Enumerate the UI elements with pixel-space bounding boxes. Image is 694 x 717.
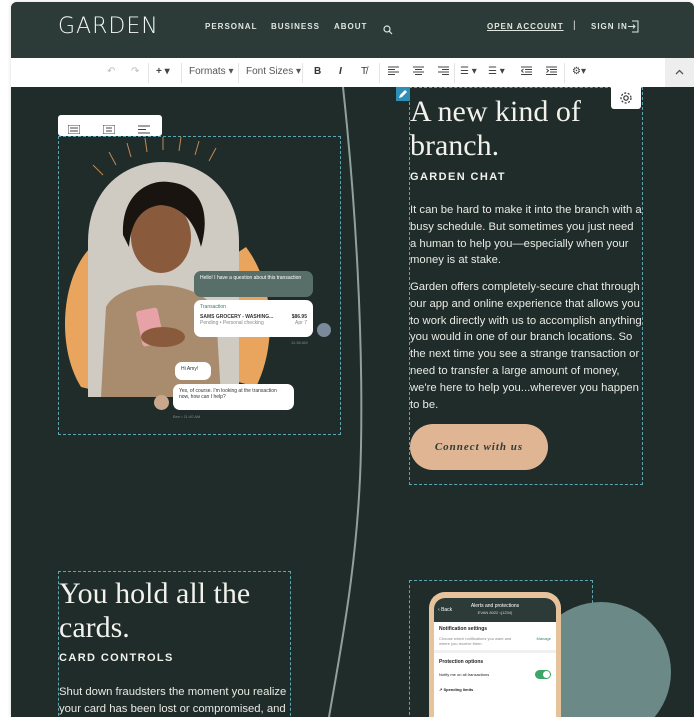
phone-subtitle: EVAN 8022 •(1234) bbox=[477, 610, 513, 615]
customer-avatar bbox=[317, 323, 331, 337]
protect-heading: Protection options bbox=[434, 650, 556, 668]
card-controls-paragraph: Shut down fraudsters the moment you real… bbox=[59, 686, 287, 715]
notify-all-toggle[interactable] bbox=[535, 670, 551, 679]
open-account-link[interactable]: OPEN ACCOUNT bbox=[487, 22, 564, 31]
nav-about[interactable]: ABOUT bbox=[334, 22, 367, 31]
chat-message-customer: Hello! I have a question about this tran… bbox=[194, 271, 313, 297]
transaction-date: Apr 7 bbox=[295, 320, 307, 326]
browser-frame: GARDEN PERSONAL BUSINESS ABOUT OPEN ACCO… bbox=[11, 2, 694, 717]
chat-time-2: Ben • 11:40 AM bbox=[173, 414, 201, 419]
garden-logo[interactable]: GARDEN bbox=[58, 14, 159, 39]
transaction-label: Transaction bbox=[200, 304, 226, 310]
phone-title: Alerts and protections bbox=[470, 603, 520, 609]
italic-button[interactable]: I bbox=[339, 66, 342, 77]
title-line-2: branch. bbox=[410, 128, 500, 162]
toolbar-collapse-button[interactable] bbox=[665, 58, 694, 87]
notify-all-label: Notify me on all transactions bbox=[439, 672, 490, 677]
outdent-icon[interactable] bbox=[520, 66, 532, 78]
cards-title-line-1: You hold all the bbox=[59, 577, 251, 610]
font-sizes-label: Font Sizes bbox=[246, 66, 294, 77]
formats-label: Formats bbox=[189, 66, 226, 77]
align-left-icon[interactable] bbox=[388, 66, 399, 78]
bullet-list-icon[interactable]: ☰ ▾ bbox=[460, 66, 477, 77]
nav-business[interactable]: BUSINESS bbox=[271, 22, 320, 31]
section-title-branch: A new kind of branch. bbox=[410, 95, 581, 162]
bold-button[interactable]: B bbox=[314, 66, 321, 77]
notif-row: Choose which notifications you want and … bbox=[434, 636, 556, 646]
block-settings-button[interactable] bbox=[611, 87, 641, 109]
font-sizes-dropdown[interactable]: Font Sizes ▾ bbox=[246, 66, 301, 77]
clear-format-icon[interactable]: T̸ bbox=[361, 66, 367, 77]
page-content: Hello! I have a question about this tran… bbox=[11, 87, 694, 717]
settings-gear-icon[interactable]: ⚙▾ bbox=[572, 66, 586, 77]
notify-all-row: Notify me on all transactions bbox=[434, 668, 556, 681]
align-right-icon[interactable] bbox=[438, 66, 449, 78]
connect-with-us-button[interactable]: Connect with us bbox=[410, 424, 548, 470]
chat-time-1: 11:38 AM bbox=[291, 340, 308, 345]
eyebrow-garden-chat: GARDEN CHAT bbox=[410, 171, 506, 183]
title-line-1: A new kind of bbox=[410, 95, 581, 128]
block-gear-icon bbox=[620, 92, 632, 104]
insert-plus-icon[interactable]: + ▾ bbox=[156, 66, 170, 77]
indent-icon[interactable] bbox=[546, 66, 557, 78]
body-paragraph-2: Garden offers completely-secure chat thr… bbox=[410, 281, 642, 411]
chat-message-agent-1: Hi Amy! bbox=[175, 362, 211, 380]
redo-icon[interactable]: ↷ bbox=[131, 66, 139, 77]
phone-header: ‹ Back Alerts and protections EVAN 8022 … bbox=[434, 598, 556, 622]
formats-dropdown[interactable]: Formats ▾ bbox=[189, 66, 233, 77]
transaction-sub: Pending • Personal checking bbox=[200, 320, 264, 326]
nav-divider: | bbox=[573, 20, 577, 31]
manage-link[interactable]: Manage bbox=[537, 636, 551, 646]
transaction-meta: Pending • Personal checking Apr 7 bbox=[200, 320, 307, 326]
spending-limits-label: Spending limits bbox=[443, 687, 474, 692]
undo-icon[interactable]: ↶ bbox=[107, 66, 115, 77]
body-paragraph-1: It can be hard to make it into the branc… bbox=[410, 204, 642, 267]
notif-heading: Notification settings bbox=[439, 626, 488, 632]
phone-screen: ‹ Back Alerts and protections EVAN 8022 … bbox=[434, 598, 556, 717]
nav-personal[interactable]: PERSONAL bbox=[205, 22, 257, 31]
section-title-cards: You hold all the cards. bbox=[59, 577, 250, 644]
phone-frame: ‹ Back Alerts and protections EVAN 8022 … bbox=[429, 592, 561, 717]
transaction-card: Transaction SAMS GROCERY - WASHING... $8… bbox=[194, 300, 313, 337]
edit-pencil-icon[interactable] bbox=[396, 87, 410, 101]
eyebrow-card-controls: CARD CONTROLS bbox=[59, 652, 174, 664]
image-align-toolbar bbox=[58, 115, 162, 136]
align-center-icon[interactable] bbox=[413, 66, 424, 78]
editor-toolbar: ↶ ↷ + ▾ Formats ▾ Font Sizes ▾ B I T̸ ☰ … bbox=[11, 58, 694, 88]
sign-in-link[interactable]: SIGN IN bbox=[591, 22, 628, 31]
spending-limits-row[interactable]: ↗ Spending limits bbox=[434, 681, 556, 698]
site-header: GARDEN PERSONAL BUSINESS ABOUT OPEN ACCO… bbox=[11, 2, 694, 58]
agent-avatar bbox=[154, 395, 169, 410]
sign-in-icon[interactable] bbox=[627, 20, 639, 38]
search-icon[interactable] bbox=[383, 22, 393, 40]
notif-text: Choose which notifications you want and … bbox=[439, 636, 512, 646]
chat-message-agent-2: Yes, of course. I'm looking at the trans… bbox=[173, 384, 294, 410]
numbered-list-icon[interactable]: ☰ ▾ bbox=[488, 66, 505, 77]
cards-title-line-2: cards. bbox=[59, 610, 130, 644]
